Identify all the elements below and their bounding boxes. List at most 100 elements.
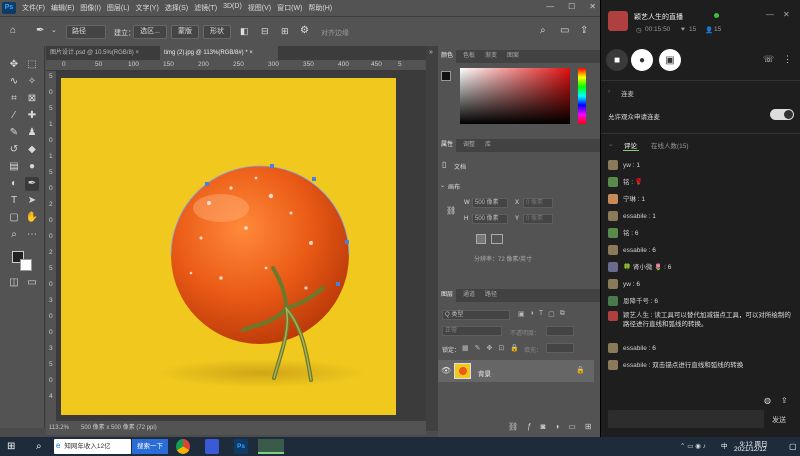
link-layers-icon[interactable]: ⛓ — [508, 422, 518, 431]
height-field[interactable]: 500 像素 — [472, 214, 508, 224]
path-alignment-icon[interactable]: ⊟ — [261, 26, 269, 37]
layer-name[interactable]: 背景 — [478, 368, 491, 378]
menu-item[interactable]: 选择(S) — [165, 3, 188, 13]
browser-search-box[interactable]: e 知网年收入12亿 — [54, 439, 131, 454]
adjustment-layer-icon[interactable]: ◑ — [554, 422, 559, 431]
move-tool-icon[interactable]: ✥ — [7, 58, 21, 72]
history-brush-icon[interactable]: ↺ — [7, 143, 21, 157]
align-edges-checkbox[interactable]: 对齐边缘 — [321, 28, 349, 38]
stamp-tool-icon[interactable]: ♟ — [25, 126, 39, 140]
microphone-button[interactable]: ● — [631, 49, 653, 71]
screen-mode-icon[interactable]: ▭ — [25, 276, 39, 290]
eye-icon[interactable]: 👁 — [441, 366, 451, 375]
blend-mode-select[interactable]: 正常 — [442, 326, 502, 336]
lasso-tool-icon[interactable]: ∿ — [7, 75, 21, 89]
photoshop-taskbar-icon[interactable]: Ps — [234, 439, 248, 454]
zoom-level[interactable]: 113.2% — [49, 421, 69, 435]
chat-app-taskbar-icon[interactable] — [258, 439, 284, 454]
workspace-icon[interactable]: ▭ — [560, 25, 569, 36]
hue-slider[interactable] — [578, 68, 586, 124]
portrait-orientation-icon[interactable] — [476, 234, 486, 244]
fx-icon[interactable]: ƒ — [527, 422, 531, 431]
lock-all-icon[interactable]: 🔒 — [510, 344, 519, 352]
panel-collapse-strip[interactable]: » — [426, 46, 438, 431]
screen-share-button[interactable]: ▣ — [659, 49, 681, 71]
pen-tool-active-icon[interactable]: ✒ — [25, 177, 39, 191]
selection-button[interactable]: 选区... — [133, 25, 167, 39]
path-operations-icon[interactable]: ◧ — [240, 26, 249, 37]
collapse-icon[interactable]: » — [429, 49, 433, 56]
link-icon[interactable]: ⛓ — [446, 206, 456, 215]
gear-icon[interactable]: ⚙ — [300, 25, 309, 36]
shape-button[interactable]: 形状 — [203, 25, 231, 39]
tab-color[interactable]: 颜色 — [438, 50, 457, 63]
layer-filter-select[interactable]: Q 类型 — [442, 310, 510, 320]
type-filter-icon[interactable]: T — [539, 310, 543, 318]
clock-date[interactable]: 2021/12/12 — [734, 446, 767, 453]
share-icon[interactable]: ⇪ — [580, 25, 588, 36]
landscape-orientation-icon[interactable] — [491, 234, 503, 244]
background-color-swatch[interactable] — [20, 259, 32, 271]
width-field[interactable]: 500 像素 — [472, 198, 508, 208]
search-button[interactable]: 搜索一下 — [132, 439, 168, 454]
chrome-icon[interactable] — [176, 439, 190, 454]
ime-indicator[interactable]: 中 — [721, 439, 728, 454]
eraser-icon[interactable]: ◆ — [25, 143, 39, 157]
share-icon[interactable]: ⇪ — [781, 396, 788, 405]
windows-start-icon[interactable]: ⊞ — [7, 439, 15, 454]
tab-adjustments[interactable]: 调整 — [460, 139, 478, 152]
path-selection-icon[interactable]: ➤ — [25, 194, 39, 208]
lock-position-icon[interactable]: ✥ — [487, 344, 493, 352]
quick-mask-icon[interactable]: ◫ — [7, 276, 21, 290]
document-canvas[interactable] — [61, 78, 396, 415]
chevron-down-icon[interactable]: ⌄ — [440, 182, 445, 189]
tab-channels[interactable]: 通道 — [460, 289, 478, 302]
shape-filter-icon[interactable]: ▢ — [548, 310, 555, 318]
close-icon[interactable]: ✕ — [783, 10, 790, 19]
notification-icon[interactable]: ▢ — [789, 439, 797, 454]
color-picker-field[interactable] — [460, 68, 570, 124]
magic-wand-icon[interactable]: ✧ — [25, 75, 39, 89]
mask-button[interactable]: 蒙版 — [171, 25, 199, 39]
artboard-icon[interactable]: ⊡ — [498, 344, 504, 352]
path-mode-select[interactable]: 路径 — [66, 25, 106, 39]
type-tool-icon[interactable]: T — [7, 194, 21, 208]
more-icon[interactable]: ⋮ — [783, 54, 792, 65]
path-arrangement-icon[interactable]: ⊞ — [281, 26, 289, 37]
close-icon[interactable]: × — [135, 50, 139, 56]
menu-item[interactable]: 编辑(E) — [51, 3, 74, 13]
tab-gradients[interactable]: 渐变 — [482, 50, 500, 63]
image-filter-icon[interactable]: ▣ — [518, 310, 525, 318]
chevron-down-icon[interactable]: ⌄ — [51, 26, 57, 34]
gradient-tool-icon[interactable]: ▤ — [7, 160, 21, 174]
menu-item[interactable]: 文件(F) — [22, 3, 45, 13]
blur-tool-icon[interactable]: ● — [25, 160, 39, 174]
collapse-arrow-icon[interactable]: › — [608, 88, 610, 95]
menu-item[interactable]: 窗口(W) — [277, 3, 302, 13]
menu-item[interactable]: 视图(V) — [248, 3, 271, 13]
tab-online-users[interactable]: 在线人数(15) — [651, 140, 689, 150]
gift-icon[interactable]: ◍ — [764, 396, 771, 405]
lock-transparent-icon[interactable]: ▦ — [462, 344, 469, 352]
minimize-icon[interactable]: — — [766, 10, 774, 19]
tab-swatches[interactable]: 色板 — [460, 50, 478, 63]
tab-patterns[interactable]: 图案 — [504, 50, 522, 63]
lock-pixels-icon[interactable]: ✎ — [475, 344, 481, 352]
system-tray-icons[interactable]: ⌃ ▭ ◉ ♪ — [680, 439, 706, 454]
tab-properties[interactable]: 属性 — [438, 139, 457, 152]
search-icon[interactable]: ⌕ — [540, 25, 546, 36]
adjustment-filter-icon[interactable]: ◑ — [530, 310, 534, 318]
x-field[interactable]: 0 像素 — [523, 198, 553, 208]
fg-color-chip[interactable] — [441, 71, 451, 81]
new-layer-icon[interactable]: ⊞ — [585, 422, 592, 431]
camera-button[interactable]: ■ — [606, 49, 628, 71]
chevron-down-icon[interactable]: ⌄ — [608, 140, 613, 148]
y-field[interactable]: 0 像素 — [523, 214, 553, 224]
send-button[interactable]: 发送 — [772, 415, 786, 425]
smart-filter-icon[interactable]: ⧉ — [560, 310, 565, 318]
menu-item[interactable]: 滤镜(T) — [194, 3, 217, 13]
menu-item[interactable]: 图层(L) — [107, 3, 130, 13]
tab-paths[interactable]: 路径 — [482, 289, 500, 302]
tab-timg-jpg[interactable]: timg (2).jpg @ 113%(RGB/8#) * × — [160, 46, 278, 60]
tab-layers[interactable]: 图层 — [438, 289, 457, 302]
